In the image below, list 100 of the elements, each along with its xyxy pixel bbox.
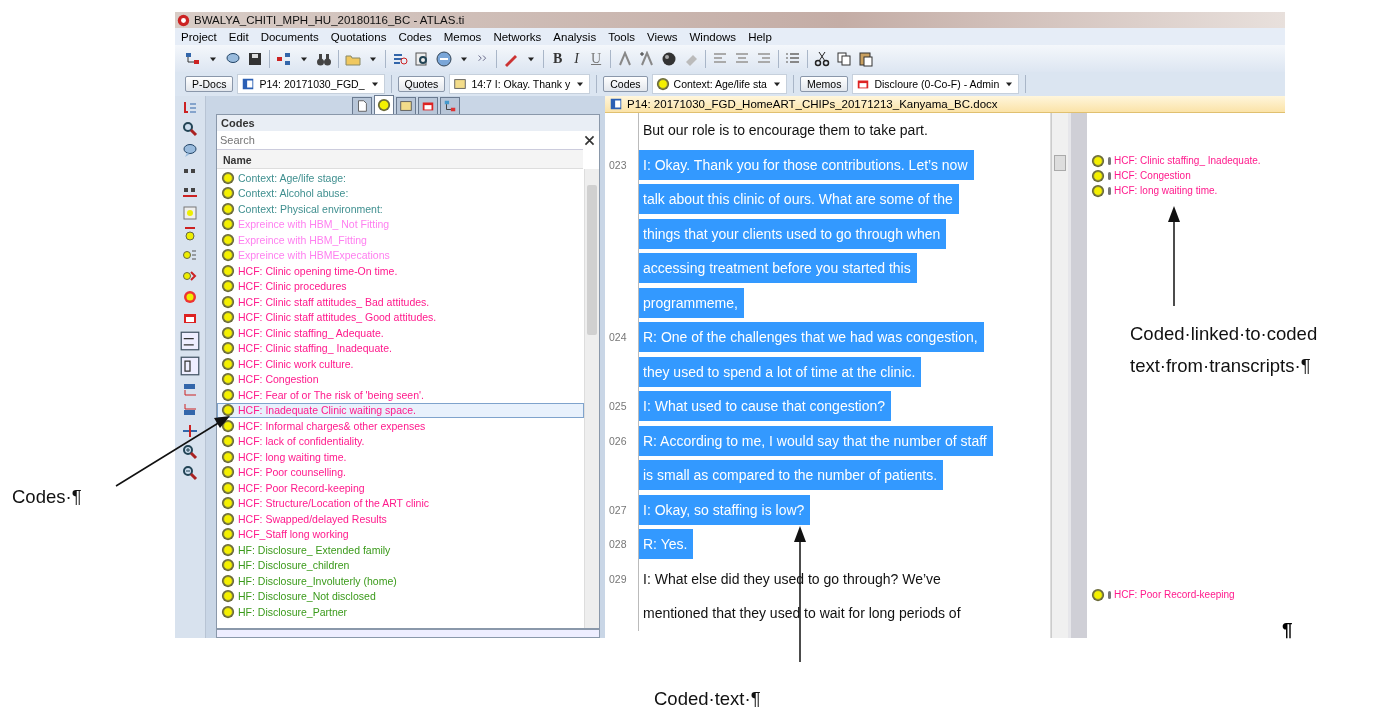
code-down-icon[interactable] — [182, 226, 198, 242]
scrollbar[interactable] — [1051, 113, 1068, 638]
code-item[interactable]: HF: Disclosure_Involuterly (home) — [217, 573, 584, 589]
code-item[interactable]: HCF: Structure/Location of the ART clinic — [217, 495, 584, 511]
text-style-icon[interactable] — [617, 50, 634, 67]
code-item[interactable]: Expreince with HBM_Fitting — [217, 232, 584, 248]
menu-item[interactable]: Edit — [222, 30, 255, 43]
copy-icon[interactable] — [836, 50, 853, 67]
magnifier-document-icon[interactable] — [414, 50, 430, 67]
dropdown[interactable]: Context: Age/life sta — [651, 74, 787, 94]
format-button[interactable]: I — [571, 50, 582, 67]
menu-item[interactable]: Documents — [254, 30, 325, 43]
code-item[interactable]: HCF: Fear of or The risk of 'being seen'. — [217, 387, 584, 403]
code-item[interactable]: HF: Disclosure_Not disclosed — [217, 588, 584, 604]
sun-icon — [1091, 168, 1105, 183]
code-item[interactable]: HCF: Clinic staff attitudes_ Good attitudes. — [217, 309, 584, 325]
menu-item[interactable]: Views — [641, 30, 684, 43]
margin-code[interactable]: HCF: Clinic staffing_ Inadequate. — [1114, 155, 1261, 166]
dropdown[interactable]: Discloure (0-Co-F) - Admin — [852, 74, 1020, 94]
code-item[interactable]: Expreince with HBMExpecations — [217, 247, 584, 263]
margin-code[interactable]: HCF: long waiting time. — [1114, 185, 1218, 196]
column-header[interactable]: Name — [217, 150, 583, 169]
sun-icon — [221, 186, 235, 201]
menu-item[interactable]: Networks — [487, 30, 548, 43]
menu-item[interactable]: Windows — [683, 30, 743, 43]
close-icon[interactable] — [583, 134, 596, 147]
sun-icon — [221, 356, 235, 371]
tree-icon[interactable] — [276, 50, 292, 67]
sun-icon — [1091, 183, 1105, 198]
code-item[interactable]: HCF: Poor Record-keeping — [217, 480, 584, 496]
menu-item[interactable]: Memos — [437, 30, 488, 43]
code-item[interactable]: HCF_Staff long working — [217, 526, 584, 542]
list-button[interactable]: Quotes — [397, 76, 446, 92]
code-item[interactable]: HCF: Poor counselling. — [217, 464, 584, 480]
code-item[interactable]: HCF: Swapped/delayed Results — [217, 511, 584, 527]
sun-icon — [221, 372, 235, 387]
code-item[interactable]: Context: Age/life stage: — [217, 170, 584, 186]
code-item[interactable]: HCF: Inadequate Clinic waiting space. — [217, 402, 584, 418]
list-button[interactable]: Codes — [603, 76, 648, 92]
sun-icon — [221, 573, 235, 588]
menu-item[interactable]: Quotations — [324, 30, 393, 43]
paragraph-number: 023 — [609, 158, 627, 171]
paragraph-number: 028 — [609, 538, 627, 551]
code-item[interactable]: Expreince with HBM_ Not Fitting — [217, 216, 584, 232]
text-style-icon[interactable] — [639, 50, 656, 67]
menu-item[interactable]: Analysis — [547, 30, 603, 43]
code-item[interactable]: HCF: Clinic procedures — [217, 278, 584, 294]
tree-icon[interactable] — [185, 50, 201, 67]
sun-icon — [655, 77, 670, 91]
paste-icon[interactable] — [858, 50, 875, 67]
code-ring-icon[interactable] — [182, 289, 198, 305]
code-item[interactable]: HF: Disclosure_ Extended family — [217, 542, 584, 558]
save-icon[interactable] — [247, 50, 263, 67]
code-item[interactable]: Context: Alcohol abuse: — [217, 185, 584, 201]
dropdown[interactable]: P14: 20171030_FGD_ — [237, 74, 385, 94]
zoom-out-icon[interactable] — [182, 465, 198, 481]
menu-item[interactable]: Tools — [602, 30, 641, 43]
sun-icon — [221, 170, 235, 185]
dropdown[interactable]: 14:7 I: Okay. Thank y — [449, 74, 591, 94]
margin-code[interactable]: HCF: Poor Record-keeping — [1114, 589, 1235, 600]
sun-icon — [221, 589, 235, 604]
list-button[interactable]: Memos — [799, 76, 849, 92]
code-item[interactable]: HCF: Clinic staffing_ Adequate. — [217, 325, 584, 341]
annotation-label: Codes·¶ — [12, 486, 82, 508]
zoom-in-icon[interactable] — [182, 444, 198, 460]
code-item[interactable]: Context: Physical environment: — [217, 201, 584, 217]
code-item[interactable]: HF: Disclosure_children — [217, 557, 584, 573]
margin-code[interactable]: HCF: Congestion — [1114, 170, 1191, 181]
code-item[interactable]: HCF: long waiting time. — [217, 449, 584, 465]
menu-item[interactable]: Help — [742, 30, 778, 43]
code-item[interactable]: HCF: Congestion — [217, 371, 584, 387]
paragraph-number: 026 — [609, 434, 627, 447]
code-item[interactable]: HCF: Clinic work culture. — [217, 356, 584, 372]
search-icon[interactable] — [182, 121, 198, 137]
annotation-label: Coded·linked·to·coded — [1130, 323, 1318, 345]
code-item[interactable]: HCF: Clinic staff attitudes_ Bad attitudes. — [217, 294, 584, 310]
menu-item[interactable]: Project — [175, 30, 223, 43]
list-button[interactable]: P-Docs — [185, 76, 234, 92]
sun-icon — [221, 465, 235, 480]
code-item[interactable]: HCF: Clinic opening time-On time. — [217, 263, 584, 279]
panel-bottom-icon[interactable] — [182, 402, 198, 418]
margin-view-icon[interactable] — [180, 356, 200, 376]
scrollbar[interactable] — [584, 169, 599, 628]
split-icon[interactable] — [182, 423, 198, 439]
speech-bubble-icon[interactable] — [182, 142, 198, 158]
panel-top-icon[interactable] — [182, 381, 198, 397]
menu-item[interactable]: Codes — [392, 30, 438, 43]
format-button[interactable]: U — [588, 50, 605, 67]
code-item[interactable]: HCF: Clinic staffing_ Inadequate. — [217, 340, 584, 356]
pilcrow-mark: ¶ — [1282, 619, 1293, 641]
code-item[interactable]: HCF: lack of confidentiality. — [217, 433, 584, 449]
scissors-icon[interactable] — [814, 50, 831, 67]
code-list-icon[interactable] — [182, 247, 198, 263]
format-button[interactable]: B — [550, 50, 566, 67]
code-item[interactable]: HF: Disclosure_Partner — [217, 604, 584, 620]
panel-title: Codes — [217, 115, 599, 131]
margin-scrollbar[interactable] — [1068, 113, 1087, 638]
sun-icon — [221, 263, 235, 278]
list-icon[interactable] — [182, 100, 198, 116]
word-document-icon — [609, 97, 623, 111]
